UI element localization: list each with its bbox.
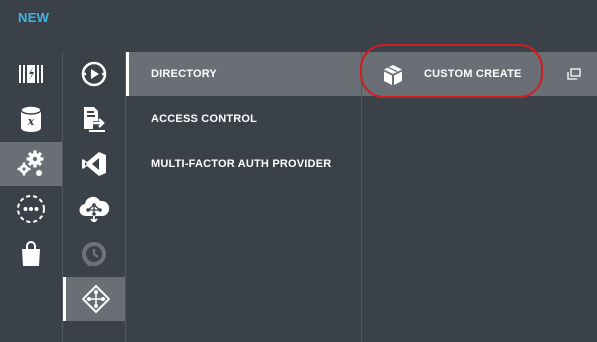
new-header-title: NEW [18,10,50,25]
category-web-sites[interactable] [0,52,62,96]
service-scheduler[interactable] [63,232,125,276]
service-active-directory[interactable] [63,277,125,321]
media-services-icon [81,61,107,87]
menu-item-access-control[interactable]: ACCESS CONTROL [126,97,361,141]
more-services-icon [17,195,45,223]
svg-text:x: x [27,115,35,128]
service-media[interactable] [63,52,125,96]
category-app-services[interactable] [0,142,62,186]
category-store[interactable] [0,232,62,276]
menu-item-directory[interactable]: DIRECTORY [126,52,361,96]
app-services-icon [17,150,44,176]
highlight-annotation-ring [360,44,543,98]
biztalk-services-icon [84,107,105,132]
service-visual-studio[interactable] [63,142,125,186]
service-rail [63,52,125,342]
store-bag-icon [22,241,40,266]
active-directory-icon [81,285,110,313]
scheduler-icon [82,242,106,267]
category-rail: x [0,52,62,342]
category-sql-database[interactable]: x [0,97,62,141]
service-cloud-network[interactable] [63,187,125,231]
cloud-network-icon [79,196,110,222]
menu-item-multi-factor-auth-provider[interactable]: MULTI-FACTOR AUTH PROVIDER [126,142,361,186]
service-biztalk[interactable] [63,97,125,141]
category-more-services[interactable] [0,187,62,231]
open-window-icon[interactable] [567,68,581,80]
sql-database-icon: x [20,105,42,132]
visual-studio-online-icon [82,152,106,176]
web-sites-icon [19,65,43,83]
